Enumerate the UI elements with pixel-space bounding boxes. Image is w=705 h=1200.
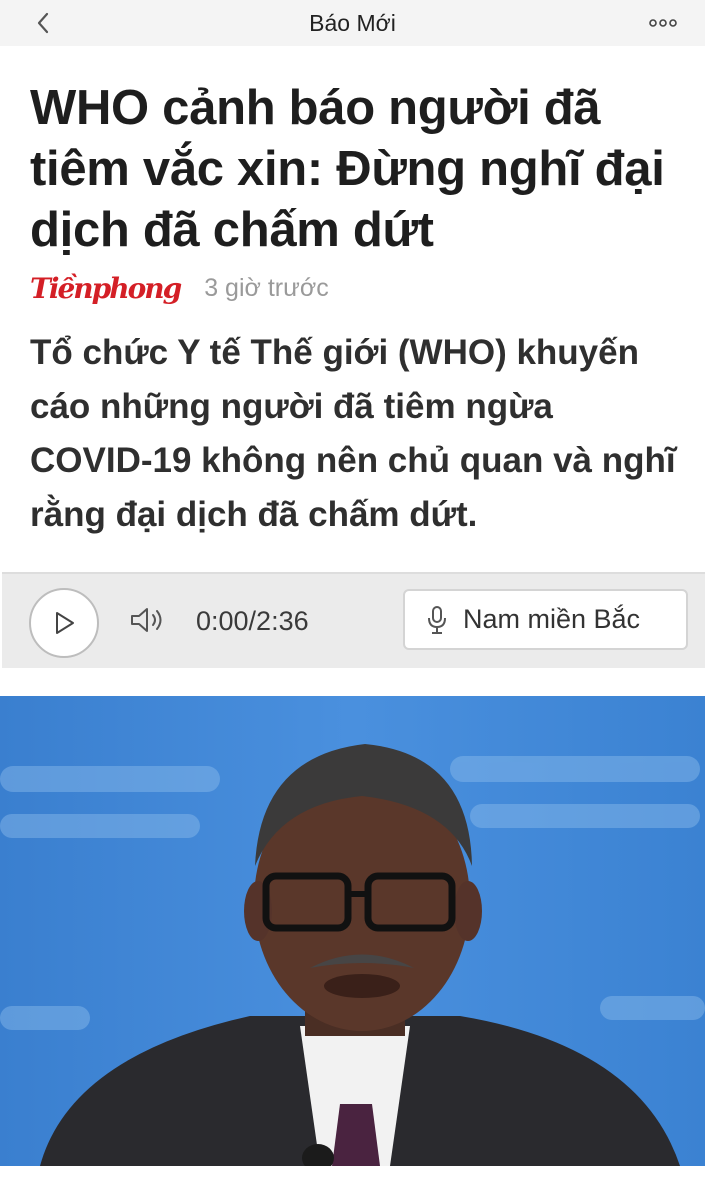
volume-icon [131, 608, 162, 632]
voice-select-button[interactable]: Nam miền Bắc [403, 589, 688, 650]
more-horizontal-icon [649, 19, 677, 27]
voice-label: Nam miền Bắc [463, 604, 641, 634]
play-button[interactable] [29, 588, 99, 658]
publish-time: 3 giờ trước [204, 273, 329, 302]
microphone-icon [427, 605, 447, 635]
volume-button[interactable] [126, 602, 168, 638]
article-summary: Tổ chức Y tế Thế giới (WHO) khuyến cáo n… [30, 333, 676, 534]
top-bar: Báo Mới [0, 0, 705, 46]
article-meta: Tiềnphong 3 giờ trước [30, 270, 329, 306]
more-button[interactable] [645, 8, 681, 38]
audio-player: 0:00/2:36 Nam miền Bắc [2, 572, 705, 668]
source-logo[interactable]: Tiềnphong [30, 272, 182, 305]
app-title: Báo Mới [309, 10, 396, 36]
article-headline: WHO cảnh báo người đã tiêm vắc xin: Đừng… [30, 81, 665, 257]
play-icon [56, 612, 74, 634]
article-photo [0, 696, 705, 1166]
audio-time: 0:00/2:36 [196, 606, 309, 636]
